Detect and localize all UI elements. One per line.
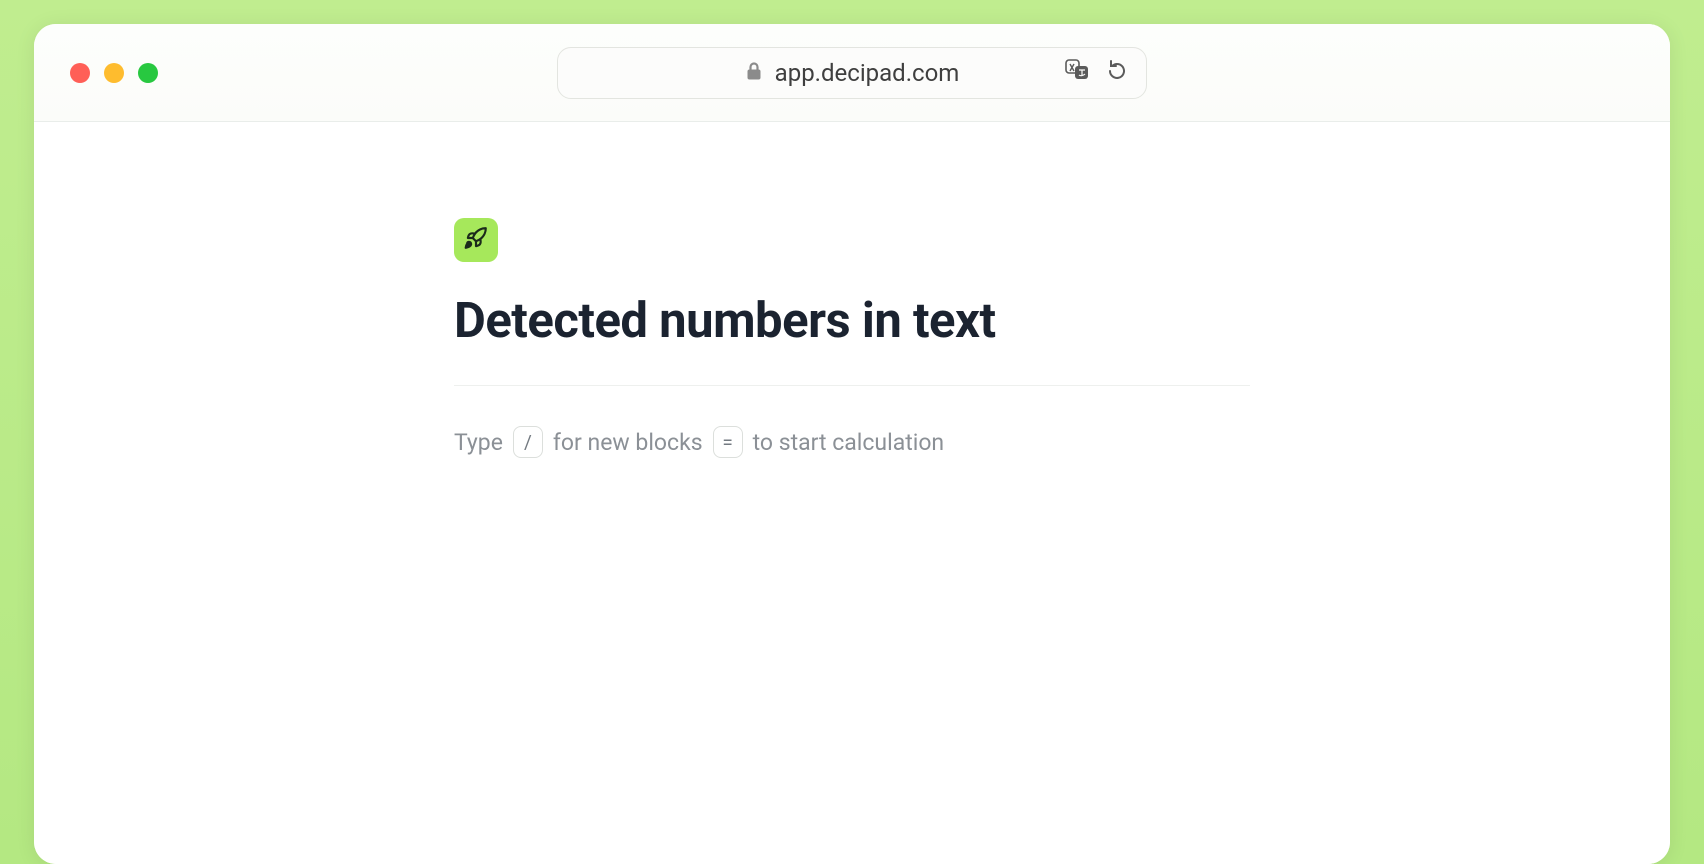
window-controls xyxy=(70,63,158,83)
slash-key-chip: / xyxy=(513,426,543,458)
window-zoom-button[interactable] xyxy=(138,63,158,83)
placeholder-text: to start calculation xyxy=(753,429,945,456)
browser-viewport: Detected numbers in text Type / for new … xyxy=(34,122,1670,864)
translate-icon[interactable] xyxy=(1064,58,1092,88)
editor-placeholder[interactable]: Type / for new blocks = to start calcula… xyxy=(454,426,1250,458)
reload-icon[interactable] xyxy=(1106,58,1128,88)
document-title[interactable]: Detected numbers in text xyxy=(454,292,1250,386)
window-close-button[interactable] xyxy=(70,63,90,83)
placeholder-text: for new blocks xyxy=(553,429,703,456)
equals-key-chip: = xyxy=(713,426,743,458)
document-container: Detected numbers in text Type / for new … xyxy=(454,122,1250,458)
address-bar-content: app.decipad.com xyxy=(745,59,960,87)
window-minimize-button[interactable] xyxy=(104,63,124,83)
address-bar-url: app.decipad.com xyxy=(775,59,960,87)
address-bar-actions xyxy=(1064,58,1128,88)
placeholder-text: Type xyxy=(454,429,503,456)
lock-icon xyxy=(745,59,763,87)
address-bar[interactable]: app.decipad.com xyxy=(557,47,1147,99)
browser-chrome: app.decipad.com xyxy=(34,24,1670,122)
browser-window: app.decipad.com xyxy=(34,24,1670,864)
document-icon-badge[interactable] xyxy=(454,218,498,262)
rocket-icon xyxy=(463,225,489,255)
